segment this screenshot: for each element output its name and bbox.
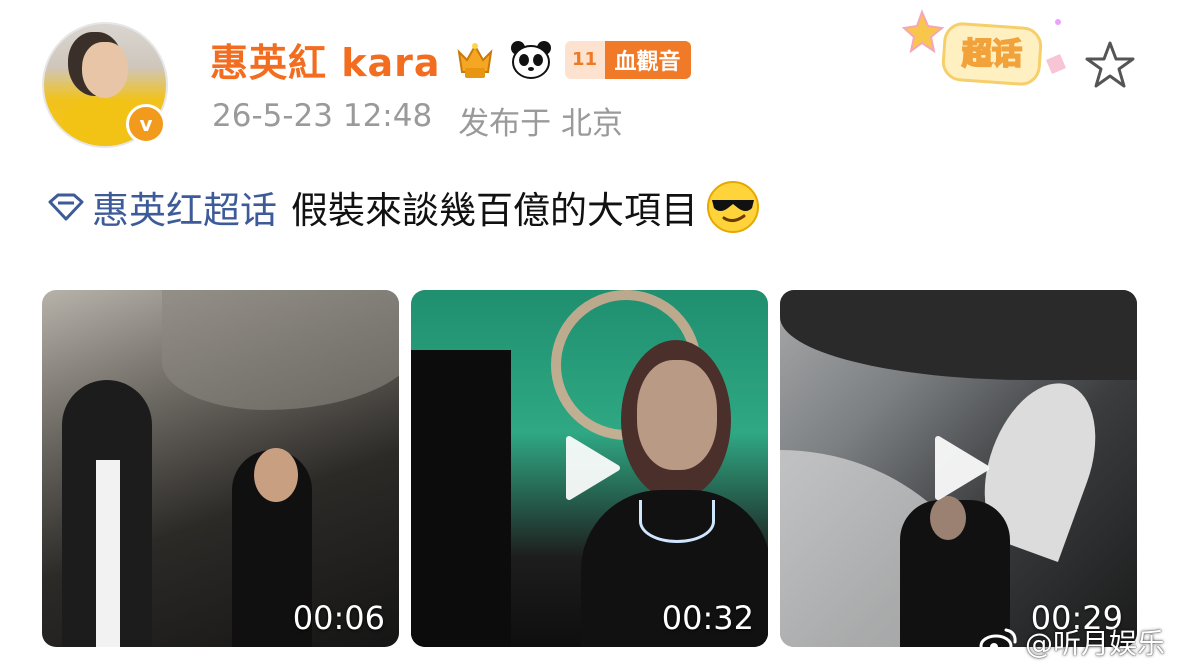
video-duration: 00:32 xyxy=(661,599,754,637)
fan-badge-label: 血觀音 xyxy=(604,40,691,79)
watermark: @听月娱乐 xyxy=(979,622,1165,662)
topic-label: 惠英红超话 xyxy=(92,189,277,232)
fan-badge[interactable]: 11 血觀音 xyxy=(564,40,691,79)
avatar[interactable]: v xyxy=(42,22,168,148)
crown-icon xyxy=(457,42,492,78)
star-icon[interactable] xyxy=(1084,40,1136,90)
play-icon[interactable] xyxy=(561,433,623,503)
post-text: 惠英红超话 假裝來談幾百億的大項目 xyxy=(46,180,760,234)
video-duration: 00:06 xyxy=(292,599,385,637)
post-timestamp: 26-5-23 12:48 xyxy=(212,98,433,134)
verified-icon: v xyxy=(126,104,166,144)
chaohua-sticker-label: 超话 xyxy=(962,37,1022,72)
username[interactable]: 惠英紅 kara xyxy=(210,32,441,87)
post-meta: 26-5-23 12:48 发布于 北京 xyxy=(212,98,623,143)
video-thumbnail[interactable]: 00:29 xyxy=(780,290,1137,647)
video-thumbnail[interactable]: 00:06 xyxy=(42,290,399,647)
post-location: 发布于 北京 xyxy=(458,106,624,142)
video-thumbnail[interactable]: 00:32 xyxy=(411,290,768,647)
post-body: 假裝來談幾百億的大項目 xyxy=(291,189,698,232)
weibo-icon xyxy=(979,628,1017,658)
diamond-icon xyxy=(48,193,84,221)
topic-link[interactable]: 惠英红超话 xyxy=(46,180,277,234)
fan-badge-level: 11 xyxy=(572,49,598,70)
cool-emoji xyxy=(707,181,759,233)
panda-icon xyxy=(510,40,551,79)
watermark-text: @听月娱乐 xyxy=(1024,627,1165,660)
name-row: 惠英紅 kara 11 血觀音 xyxy=(210,32,691,87)
chaohua-sticker[interactable]: 超话 xyxy=(900,6,1080,94)
play-icon[interactable] xyxy=(930,433,992,503)
